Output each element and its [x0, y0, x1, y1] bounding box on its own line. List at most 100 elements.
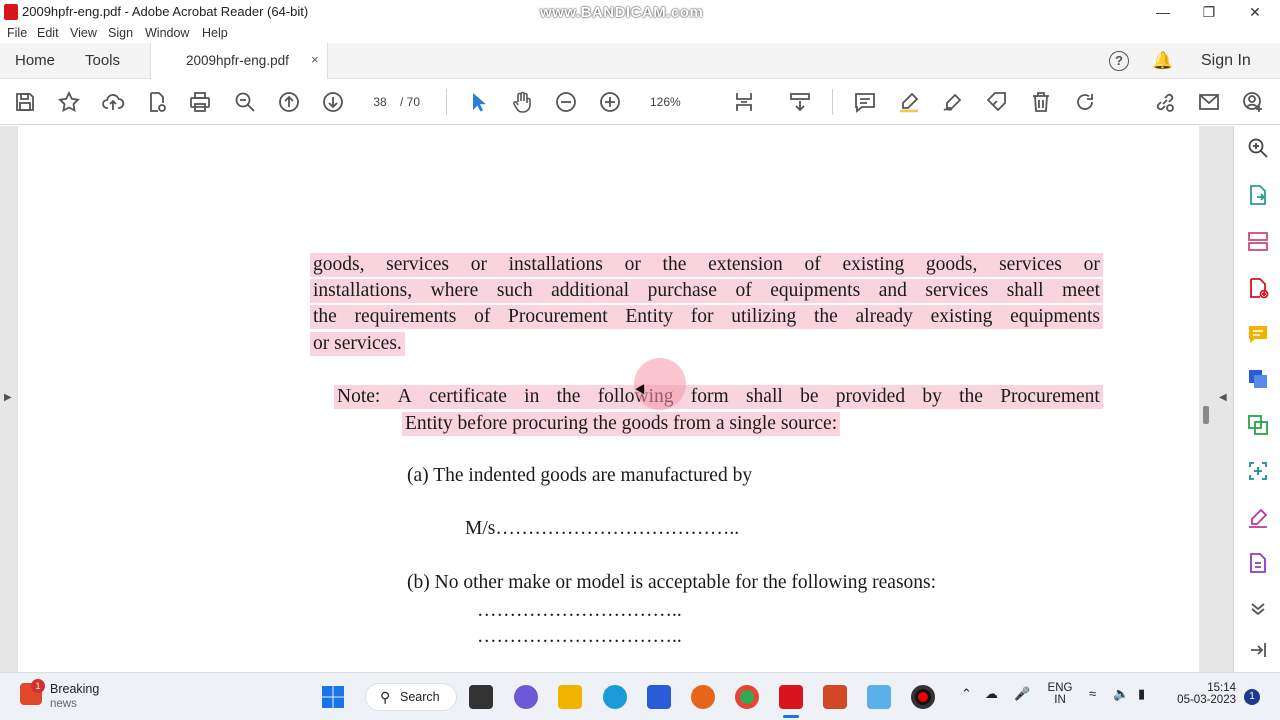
edit-tag-icon[interactable] [985, 90, 1009, 114]
clock-date: 05-03-2023 [1177, 694, 1236, 706]
microphone-icon[interactable]: 🎤 [1014, 686, 1030, 702]
vertical-scrollbar-thumb[interactable] [1203, 406, 1209, 424]
zoom-search-icon[interactable] [233, 90, 257, 114]
restore-button[interactable]: ❐ [1186, 2, 1232, 22]
upload-cloud-icon[interactable] [101, 90, 125, 114]
word: Entity [625, 306, 674, 327]
news-widget-title[interactable]: Breaking [50, 682, 99, 696]
email-icon[interactable] [1197, 90, 1221, 114]
scan-ocr-icon[interactable] [1246, 459, 1270, 483]
highlight-pen-icon[interactable] [897, 90, 921, 114]
protect-doc-icon[interactable] [1246, 551, 1270, 575]
word: certificate [428, 386, 507, 407]
search-icon[interactable] [1246, 136, 1270, 160]
tab-document[interactable]: 2009hpfr-eng.pdf × [150, 43, 328, 79]
file-settings-icon[interactable] [145, 90, 169, 114]
word: the [813, 306, 838, 327]
word: where [430, 280, 479, 301]
rotate-icon[interactable] [1073, 90, 1097, 114]
page-total: / 70 [400, 95, 421, 109]
wifi-icon[interactable]: ≈ [1089, 686, 1096, 701]
print-icon[interactable] [188, 90, 212, 114]
star-icon[interactable] [57, 90, 81, 114]
compress-icon[interactable] [1246, 413, 1270, 437]
powerpoint-icon[interactable] [823, 685, 847, 709]
bandicam-watermark: www.BANDICAM.com [540, 4, 704, 21]
paint-app-icon[interactable] [867, 685, 891, 709]
bell-icon[interactable]: 🔔 [1152, 51, 1173, 71]
fill-sign-icon[interactable] [1246, 506, 1270, 530]
comment-panel-icon[interactable] [1246, 322, 1270, 346]
file-explorer-icon[interactable] [558, 685, 582, 709]
word: the [662, 254, 687, 275]
combine-files-icon[interactable] [1246, 367, 1270, 391]
document-viewer[interactable]: ▶ goods, services or installations or the exte… [0, 126, 1233, 672]
page-down-icon[interactable] [321, 90, 345, 114]
zoom-level-select[interactable]: 126% [650, 91, 681, 113]
zoom-in-icon[interactable] [598, 90, 622, 114]
acrobat-taskbar-icon[interactable] [779, 685, 803, 709]
sign-in-button[interactable]: Sign In [1201, 52, 1251, 70]
word: already [855, 306, 913, 327]
delete-icon[interactable] [1029, 90, 1053, 114]
pdf-page[interactable]: goods, services or installations or the extens… [18, 126, 1199, 672]
menu-sign[interactable]: Sign [108, 26, 133, 40]
onedrive-cloud-icon[interactable]: ☁ [985, 686, 998, 702]
menu-view[interactable]: View [70, 26, 97, 40]
add-user-icon[interactable] [1241, 90, 1265, 114]
menu-window[interactable]: Window [145, 26, 189, 40]
record-dot-icon [918, 692, 928, 702]
word: and [878, 280, 907, 301]
minimize-button[interactable]: — [1140, 2, 1186, 22]
paragraph-line: the requirements of Procurement Entity for uti… [310, 305, 1103, 329]
toolbar: 38 / 70 126% ▼ ▼ [0, 79, 1280, 184]
notification-badge[interactable]: 1 [1244, 689, 1260, 705]
hand-tool-icon[interactable] [510, 90, 534, 114]
word: of [735, 280, 752, 301]
language-indicator[interactable]: ENG IN [1044, 682, 1076, 706]
volume-icon[interactable]: 🔈 [1113, 686, 1129, 702]
page-number-input[interactable]: 38 [366, 91, 394, 113]
page-up-icon[interactable] [277, 90, 301, 114]
left-panel-toggle-icon[interactable]: ▶ [4, 392, 12, 403]
clock[interactable]: 15:14 05-03-2023 [1166, 682, 1236, 706]
organize-pages-icon[interactable] [1246, 229, 1270, 253]
taskbar-search[interactable]: ⚲ Search [365, 683, 457, 711]
word: Note: [337, 386, 381, 407]
save-icon[interactable] [13, 90, 37, 114]
page-fit-icon[interactable] [732, 90, 756, 114]
collapse-panel-icon[interactable] [1246, 638, 1270, 662]
zoom-out-icon[interactable] [554, 90, 578, 114]
help-icon[interactable]: ? [1109, 51, 1129, 71]
firefox-icon[interactable] [691, 685, 715, 709]
close-tab-icon[interactable]: × [311, 52, 319, 67]
store-icon[interactable] [647, 685, 671, 709]
tray-overflow-chevron-icon[interactable]: ⌃ [961, 686, 972, 702]
tab-tools[interactable]: Tools [85, 52, 120, 69]
scroll-mode-icon[interactable] [788, 90, 812, 114]
menu-help[interactable]: Help [202, 26, 228, 40]
select-cursor-icon[interactable] [466, 90, 490, 114]
create-pdf-icon[interactable] [1246, 276, 1270, 300]
word: Procurement [1000, 386, 1100, 407]
share-link-icon[interactable] [1153, 90, 1177, 114]
task-view-icon[interactable] [469, 685, 493, 709]
menu-edit[interactable]: Edit [37, 26, 59, 40]
close-window-button[interactable]: ✕ [1232, 2, 1278, 22]
battery-icon[interactable]: ▮ [1138, 686, 1145, 702]
word: services [386, 254, 449, 275]
menu-file[interactable]: File [7, 26, 27, 40]
comment-icon[interactable] [853, 90, 877, 114]
right-panel-toggle-icon[interactable]: ◀ [1219, 392, 1227, 403]
tab-home[interactable]: Home [15, 52, 55, 69]
teams-chat-icon[interactable] [514, 685, 538, 709]
item-a: (a) The indented goods are manufactured … [407, 465, 753, 486]
draw-icon[interactable] [941, 90, 965, 114]
word: in [524, 386, 540, 407]
chrome-icon[interactable] [735, 685, 759, 709]
more-tools-chevron-icon[interactable] [1246, 596, 1270, 620]
note-line: Entity before procuring the goods from a… [402, 412, 841, 436]
export-pdf-icon[interactable] [1246, 183, 1270, 207]
edge-browser-icon[interactable] [603, 685, 627, 709]
windows-start-icon[interactable] [321, 685, 345, 709]
